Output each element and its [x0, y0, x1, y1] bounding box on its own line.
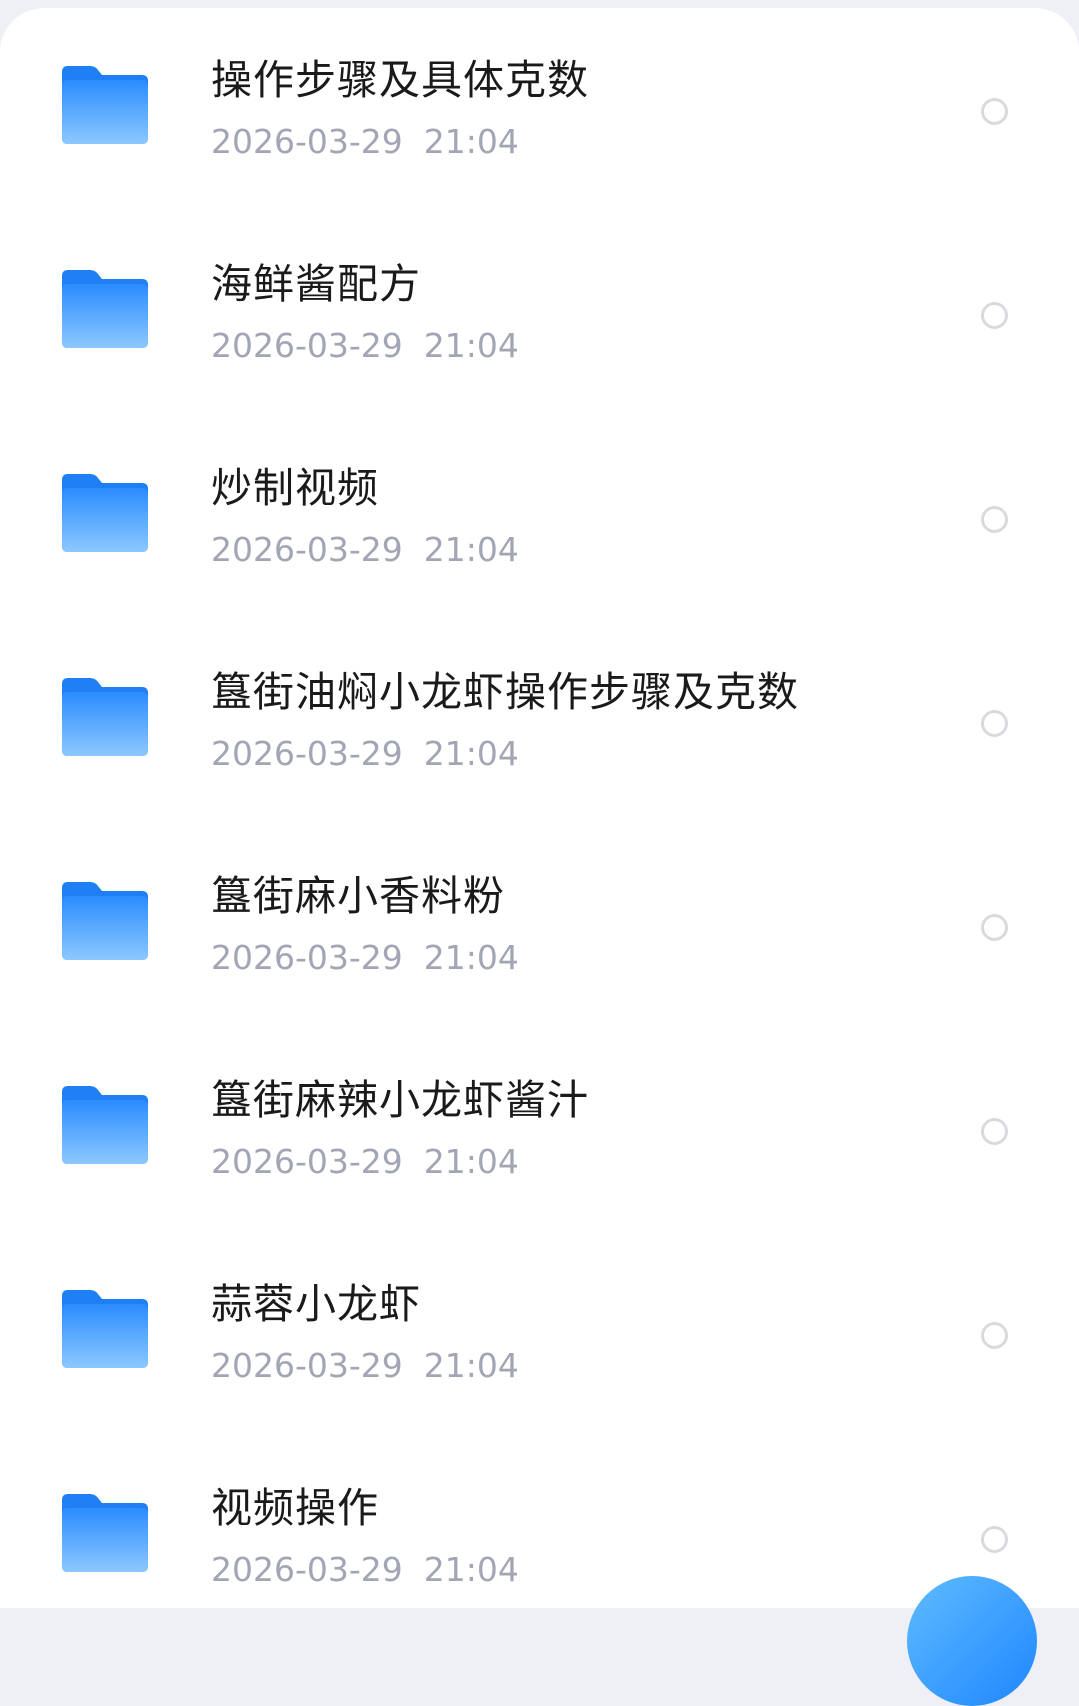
file-date: 2026-03-29 21:04 [211, 530, 519, 569]
select-radio[interactable] [981, 1526, 1008, 1553]
file-name: 簋街油焖小龙虾操作步骤及克数 [211, 668, 799, 716]
file-date: 2026-03-29 21:04 [211, 1550, 519, 1589]
file-name: 视频操作 [211, 1484, 379, 1532]
select-radio[interactable] [981, 1322, 1008, 1349]
file-date: 2026-03-29 21:04 [211, 1346, 519, 1385]
file-date: 2026-03-29 21:04 [211, 122, 519, 161]
select-radio[interactable] [981, 506, 1008, 533]
file-name: 簋街麻小香料粉 [211, 872, 505, 920]
file-row[interactable]: 簋街麻辣小龙虾酱汁 2026-03-29 21:04 [0, 1028, 1079, 1232]
select-radio[interactable] [981, 302, 1008, 329]
folder-icon [62, 1086, 148, 1164]
file-date: 2026-03-29 21:04 [211, 734, 519, 773]
folder-icon [62, 882, 148, 960]
file-row[interactable]: 操作步骤及具体克数 2026-03-29 21:04 [0, 8, 1079, 212]
select-radio[interactable] [981, 710, 1008, 737]
file-row[interactable]: 蒜蓉小龙虾 2026-03-29 21:04 [0, 1232, 1079, 1436]
file-name: 簋街麻辣小龙虾酱汁 [211, 1076, 589, 1124]
file-name: 蒜蓉小龙虾 [211, 1280, 421, 1328]
folder-icon [62, 1290, 148, 1368]
folder-icon [62, 270, 148, 348]
file-row[interactable]: 簋街油焖小龙虾操作步骤及克数 2026-03-29 21:04 [0, 620, 1079, 824]
floating-action-button[interactable] [907, 1576, 1037, 1706]
folder-icon [62, 678, 148, 756]
file-list: 操作步骤及具体克数 2026-03-29 21:04 海鲜酱配方 2026-03… [0, 8, 1079, 1608]
file-row[interactable]: 炒制视频 2026-03-29 21:04 [0, 416, 1079, 620]
file-row[interactable]: 视频操作 2026-03-29 21:04 [0, 1436, 1079, 1608]
file-name: 炒制视频 [211, 464, 379, 512]
file-date: 2026-03-29 21:04 [211, 938, 519, 977]
folder-icon [62, 474, 148, 552]
file-date: 2026-03-29 21:04 [211, 1142, 519, 1181]
folder-icon [62, 66, 148, 144]
file-date: 2026-03-29 21:04 [211, 326, 519, 365]
select-radio[interactable] [981, 1118, 1008, 1145]
file-row[interactable]: 海鲜酱配方 2026-03-29 21:04 [0, 212, 1079, 416]
file-list-sheet: 操作步骤及具体克数 2026-03-29 21:04 海鲜酱配方 2026-03… [0, 8, 1079, 1608]
folder-icon [62, 1494, 148, 1572]
file-name: 海鲜酱配方 [211, 260, 421, 308]
select-radio[interactable] [981, 98, 1008, 125]
file-row[interactable]: 簋街麻小香料粉 2026-03-29 21:04 [0, 824, 1079, 1028]
select-radio[interactable] [981, 914, 1008, 941]
file-name: 操作步骤及具体克数 [211, 56, 589, 104]
